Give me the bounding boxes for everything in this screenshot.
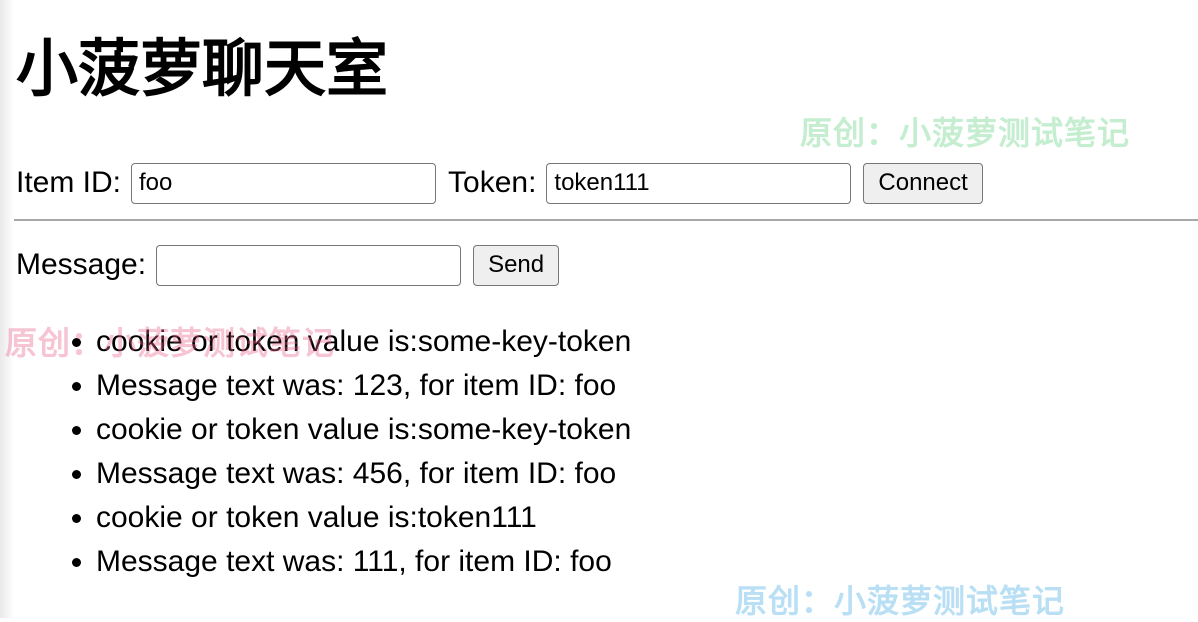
left-edge-shadow [0,0,14,618]
send-button[interactable]: Send [473,244,560,286]
watermark-text: 原创：小菠萝测试笔记 [735,583,1066,619]
horizontal-divider [14,219,1198,221]
item-id-label: Item ID: [16,166,122,199]
connect-button[interactable]: Connect [863,162,983,204]
message-item: Message text was: 456, for item ID: foo [96,452,631,496]
message-item: Message text was: 123, for item ID: foo [96,364,631,408]
item-id-input[interactable] [131,162,437,204]
message-item: cookie or token value is:token111 [96,496,631,540]
message-form: Message: Send [16,244,560,286]
message-item: cookie or token value is:some-key-token [96,320,631,364]
page-title: 小菠萝聊天室 [16,35,389,104]
message-label: Message: [16,248,147,281]
message-item: cookie or token value is:some-key-token [96,408,631,452]
token-label: Token: [448,166,537,199]
watermark-text: 原创：小菠萝测试笔记 [800,115,1131,151]
message-item: Message text was: 111, for item ID: foo [96,540,631,584]
message-list: cookie or token value is:some-key-token … [56,320,631,584]
connect-form: Item ID: Token: Connect [16,162,983,204]
token-input[interactable] [546,162,852,204]
message-input[interactable] [156,244,462,286]
